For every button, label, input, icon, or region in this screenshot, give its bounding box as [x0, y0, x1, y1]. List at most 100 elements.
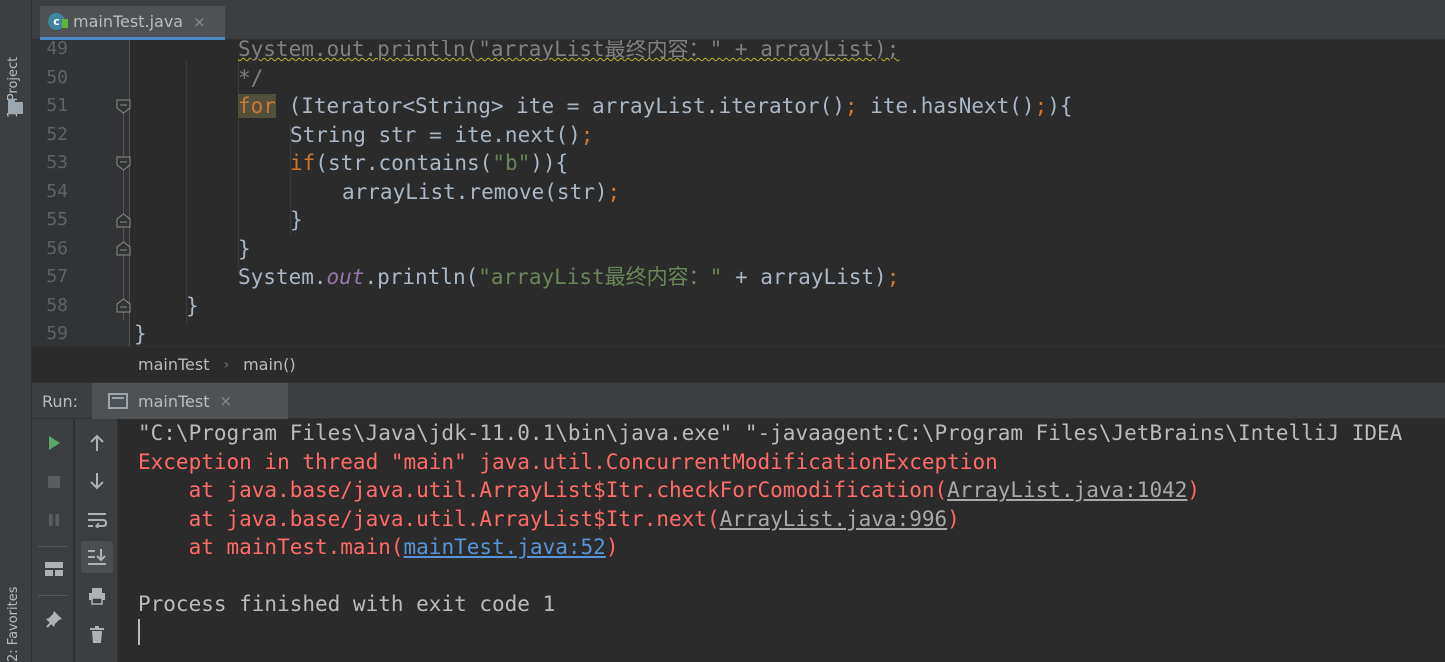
code-text: arrayList.remove(str)	[342, 179, 608, 204]
string-literal: "b"	[492, 151, 531, 175]
code-text: }	[238, 236, 251, 261]
fold-collapse-icon[interactable]	[116, 99, 131, 114]
indent-guide	[186, 60, 187, 325]
trash-icon	[90, 626, 104, 643]
code-line-56: }	[238, 235, 251, 264]
close-tab-icon[interactable]: ×	[193, 13, 206, 31]
console-exception-line: Exception in thread "main" java.util.Con…	[138, 449, 998, 474]
line-number: 50	[46, 66, 68, 88]
line-number: 55	[46, 209, 68, 230]
editor-tab-maintest[interactable]: c mainTest.java ×	[40, 6, 225, 40]
line-number: 57	[46, 266, 68, 287]
stack-frame-link[interactable]: ArrayList.java:996	[720, 507, 948, 531]
line-number: 54	[46, 180, 68, 202]
static-field: out	[326, 265, 365, 289]
code-text: (str.contains(	[315, 151, 493, 175]
line-number: 52	[46, 123, 68, 145]
fold-collapse-icon[interactable]	[116, 156, 131, 171]
code-text: + arrayList)	[722, 265, 887, 289]
code-line-52: String str = ite.next();	[290, 121, 593, 150]
stack-frame-link[interactable]: ArrayList.java:1042	[947, 478, 1187, 502]
code-text: }	[186, 293, 199, 318]
run-tab-title: mainTest	[138, 391, 210, 411]
line-number: 53	[46, 152, 68, 173]
code-text: }	[134, 322, 147, 346]
code-text: }	[290, 208, 303, 232]
left-tool-stripe: 1: Project 2: Favorites	[0, 0, 32, 662]
toolbar-divider	[38, 595, 68, 596]
stack-trace-line: at mainTest.main(mainTest.java:52)	[138, 533, 619, 562]
print-icon	[89, 588, 105, 605]
fold-end-icon[interactable]	[116, 241, 131, 256]
scroll-to-end-icon	[88, 549, 106, 565]
code-text: ite.hasNext()	[857, 94, 1035, 118]
stack-frame-text: )	[605, 535, 619, 559]
soft-wrap-icon	[88, 513, 107, 528]
editor-gutter: 49 50 51 52 53 54 55 56 57 58 59	[32, 40, 131, 346]
code-line-53: if(str.contains("b")){	[290, 149, 568, 178]
run-window-label: Run:	[42, 392, 79, 411]
java-class-icon: c	[48, 13, 68, 30]
line-number: 49	[46, 40, 68, 59]
stack-frame-link[interactable]: mainTest.java:52	[404, 535, 606, 559]
clear-all-button[interactable]	[81, 619, 113, 651]
for-keyword: for	[238, 94, 276, 118]
console-output[interactable]: "C:\Program Files\Java\jdk-11.0.1\bin\ja…	[118, 419, 1445, 662]
code-text: ){	[1047, 94, 1073, 118]
line-number: 56	[46, 237, 68, 259]
stop-button[interactable]	[38, 466, 70, 498]
commented-println: System.out.println("arrayList最终内容：" + ar…	[238, 40, 900, 61]
pause-icon	[49, 514, 59, 526]
semicolon: ;	[844, 94, 858, 118]
code-text: )){	[530, 151, 569, 175]
line-number: 51	[46, 95, 68, 116]
comment-end: */	[238, 65, 264, 90]
toolbar-divider	[38, 546, 68, 547]
scroll-up-button[interactable]	[81, 427, 113, 459]
run-window-header: Run: mainTest ×	[32, 382, 1445, 419]
pin-icon	[46, 611, 62, 628]
code-line-58: }	[186, 292, 199, 321]
editor-tab-bar: c mainTest.java ×	[32, 0, 1445, 40]
code-line-57: System.out.println("arrayList最终内容：" + ar…	[238, 263, 899, 292]
pause-button[interactable]	[38, 504, 70, 536]
semicolon: ;	[580, 122, 594, 147]
process-finished-line: Process finished with exit code 1	[138, 592, 556, 616]
folder-icon[interactable]	[8, 99, 23, 114]
arrow-up-icon	[90, 434, 104, 451]
soft-wrap-button[interactable]	[81, 504, 113, 536]
semicolon: ;	[1034, 94, 1048, 118]
run-toolbar-primary	[32, 419, 74, 662]
code-editor[interactable]: 49 50 51 52 53 54 55 56 57 58 59 System.…	[32, 40, 1445, 346]
fold-end-icon[interactable]	[116, 298, 131, 313]
text-caret	[138, 619, 140, 645]
stack-trace-line: at java.base/java.util.ArrayList$Itr.che…	[138, 476, 1200, 505]
breadcrumb-class[interactable]: mainTest	[138, 355, 209, 374]
stack-frame-text: at java.base/java.util.ArrayList$Itr.nex…	[138, 506, 720, 531]
run-toolbar-secondary	[75, 419, 118, 662]
close-run-tab-icon[interactable]: ×	[219, 392, 232, 410]
console-command-line: "C:\Program Files\Java\jdk-11.0.1\bin\ja…	[138, 421, 1403, 445]
code-text: .println(	[364, 265, 479, 289]
code-line-54: arrayList.remove(str);	[342, 178, 620, 207]
pin-tab-button[interactable]	[38, 603, 70, 635]
breadcrumb-method[interactable]: main()	[243, 355, 295, 374]
breadcrumb-separator: ›	[223, 356, 230, 373]
favorites-tool-tab[interactable]: 2: Favorites	[6, 580, 21, 662]
stack-frame-text: at mainTest.main(	[138, 535, 404, 559]
scroll-down-button[interactable]	[81, 465, 113, 497]
rerun-button[interactable]	[38, 427, 70, 459]
run-tab-maintest[interactable]: mainTest ×	[92, 383, 288, 419]
scroll-to-end-button[interactable]	[81, 541, 113, 573]
play-icon	[49, 436, 60, 450]
code-line-55: }	[290, 206, 303, 235]
code-line-49: System.out.println("arrayList最终内容：" + ar…	[238, 40, 899, 64]
favorites-tab-label: 2: Favorites	[6, 586, 21, 662]
print-button[interactable]	[81, 580, 113, 612]
editor-tab-title: mainTest.java	[73, 12, 184, 31]
code-text: (Iterator<String> ite = arrayList.iterat…	[275, 94, 845, 118]
fold-end-icon[interactable]	[116, 213, 131, 228]
semicolon: ;	[607, 179, 621, 204]
code-line-51: for (Iterator<String> ite = arrayList.it…	[238, 92, 1073, 121]
restore-layout-button[interactable]	[38, 553, 70, 585]
